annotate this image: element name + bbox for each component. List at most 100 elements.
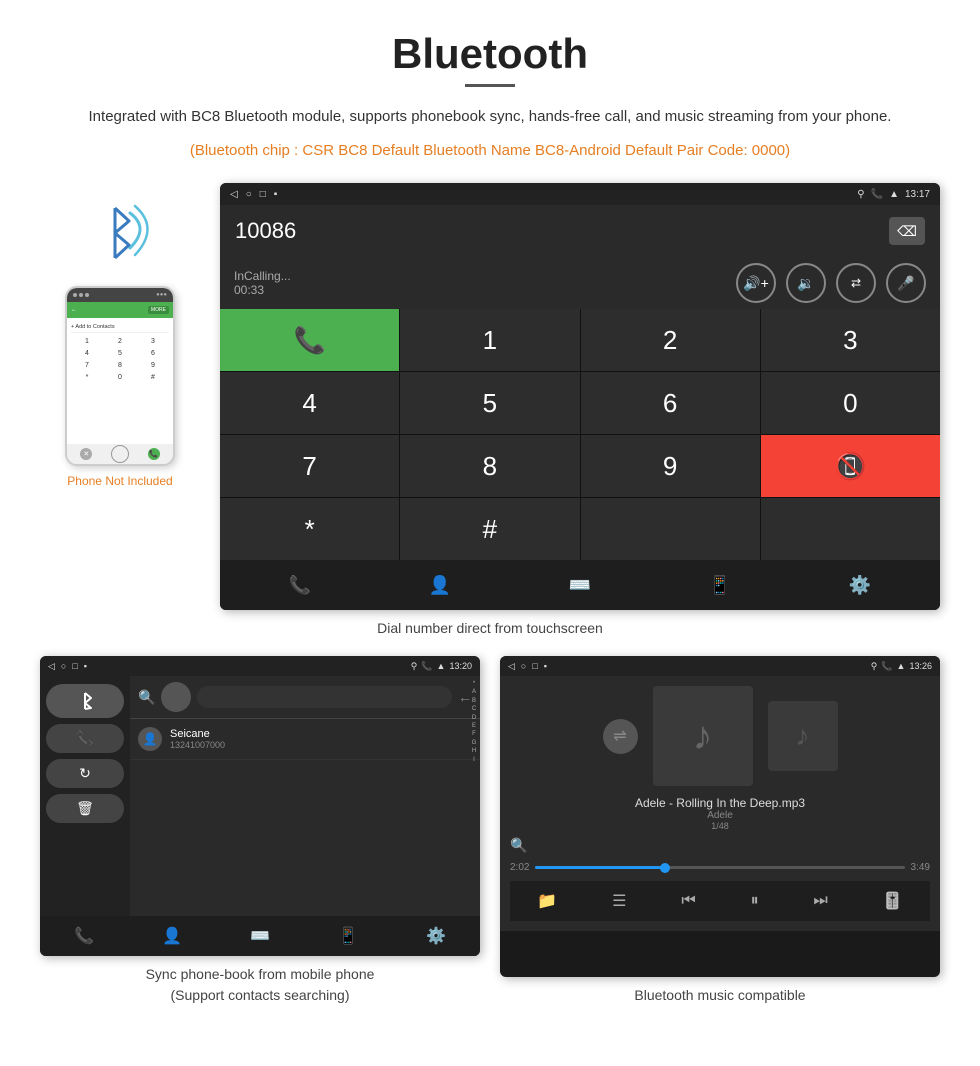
pb-nav-keypad[interactable]: ⌨️	[250, 926, 270, 946]
dial-nav-settings[interactable]: ⚙️	[849, 575, 871, 596]
phone-dot-1	[73, 293, 77, 297]
dial-nav-calls[interactable]: 📞	[289, 575, 311, 596]
description: Integrated with BC8 Bluetooth module, su…	[40, 105, 940, 129]
dk-key[interactable]: #	[400, 498, 579, 560]
pb-back-icon: ◁	[48, 661, 55, 672]
music-progress-bar[interactable]	[535, 866, 904, 869]
music-album-art: ♪	[653, 686, 753, 786]
pb-contact-info: Seicane 13241007000	[170, 728, 472, 750]
music-play-icon[interactable]: ⏸	[751, 892, 759, 910]
music-search-icon[interactable]: 🔍	[510, 837, 527, 854]
bluetooth-icon	[85, 193, 155, 273]
incalling-label: InCalling...	[234, 269, 291, 283]
phone-carrier: ●●●	[156, 292, 167, 298]
dial-nav-transfer[interactable]: 📱	[709, 575, 731, 596]
pb-delete-btn[interactable]: 🗑	[46, 794, 124, 823]
pb-bluetooth-btn[interactable]	[46, 684, 124, 718]
android-status-bar: ◁ ○ □ ▪ ⚲ 📞 ▲ 13:17	[220, 183, 940, 205]
page-title: Bluetooth	[40, 30, 940, 78]
music-screen: ◁ ○ □ ▪ ⚲ 📞 ▲ 13:26 ⇌	[500, 656, 940, 977]
music-list-icon[interactable]: ☰	[612, 891, 626, 911]
pb-home-icon: ○	[61, 661, 66, 672]
dial-nav-keypad[interactable]: ⌨️	[569, 575, 591, 596]
phone-key-8: 8	[104, 360, 136, 371]
pb-nav-settings[interactable]: ⚙️	[426, 926, 446, 946]
notification-icon: ▪	[274, 189, 278, 200]
phone-status-dots	[73, 293, 89, 297]
pb-contact-name: Seicane	[170, 728, 472, 740]
vol-down-btn[interactable]: 🔉	[786, 263, 826, 303]
dk-key[interactable]: 9	[581, 435, 760, 497]
pb-wifi-icon: ▲	[437, 661, 446, 671]
pb-call-btn[interactable]: 📞	[46, 724, 124, 753]
music-eq-icon[interactable]: 🎚️	[883, 891, 903, 911]
music-item: ◁ ○ □ ▪ ⚲ 📞 ▲ 13:26 ⇌	[500, 656, 940, 1006]
phone-key-0: 0	[104, 372, 136, 383]
music-next-icon[interactable]: ⏭	[813, 892, 827, 910]
music-prev-icon[interactable]: ⏮	[681, 892, 695, 910]
status-time: 13:17	[905, 189, 930, 200]
phone-add-contacts: + Add to Contacts	[71, 322, 169, 333]
music-time-total: 3:49	[911, 862, 930, 873]
pb-search-input[interactable]	[197, 686, 452, 708]
dk-key[interactable]: 1	[400, 309, 579, 371]
dk-key[interactable]	[581, 498, 760, 560]
pb-alpha-I: I	[473, 756, 475, 764]
music-back-icon: ◁	[508, 661, 515, 672]
dialer-keypad: 123 📞4560 789📵 *#	[220, 309, 940, 560]
action-row: InCalling... 00:33 🔊+ 🔉 ⇄ 🎤	[220, 257, 940, 309]
music-controls-bar: 📁 ☰ ⏮ ⏸ ⏭ 🎚️	[510, 881, 930, 921]
dk-key[interactable]: 6	[581, 372, 760, 434]
music-progress-dot	[660, 863, 670, 873]
pb-call-icon: 📞	[421, 661, 432, 672]
dk-key[interactable]: 4	[220, 372, 399, 434]
pb-main: 🔍 ← 👤 Seicane 13241007000	[130, 676, 480, 916]
dial-nav-contacts[interactable]: 👤	[429, 575, 451, 596]
dk-key[interactable]: 📵	[761, 435, 940, 497]
dk-key[interactable]: 5	[400, 372, 579, 434]
pb-alpha-B: B	[472, 697, 476, 705]
dk-key[interactable]	[761, 498, 940, 560]
pb-bottom-bar: 📞 👤 ⌨️ 📱 ⚙️	[40, 916, 480, 956]
pb-nav-transfer[interactable]: 📱	[338, 926, 358, 946]
music-folder-icon[interactable]: 📁	[537, 891, 557, 911]
pb-loc-icon: ⚲	[411, 661, 418, 672]
phone-side: ●●● ← MORE + Add to Contacts 1 2 3 4 5 6	[40, 183, 200, 488]
music-home-icon: ○	[521, 661, 526, 672]
dk-key[interactable]: 8	[400, 435, 579, 497]
pb-nav-calls[interactable]: 📞	[74, 926, 94, 946]
screen-transfer-btn[interactable]: ⇄	[836, 263, 876, 303]
pb-alpha-F: F	[472, 730, 476, 738]
vol-up-btn[interactable]: 🔊+	[736, 263, 776, 303]
dk-key[interactable]: 7	[220, 435, 399, 497]
pb-alpha-star: *	[473, 680, 475, 688]
dk-key[interactable]: 2	[581, 309, 760, 371]
pb-contact-row[interactable]: 👤 Seicane 13241007000	[130, 719, 480, 760]
music-shuffle-btn[interactable]: ⇌	[603, 719, 638, 754]
phone-content: + Add to Contacts 1 2 3 4 5 6 7 8 9 * 0 …	[67, 318, 173, 444]
android-status-right: ⚲ 📞 ▲ 13:17	[857, 189, 930, 200]
pb-sync-btn[interactable]: ↻	[46, 759, 124, 788]
phone-mockup: ●●● ← MORE + Add to Contacts 1 2 3 4 5 6	[65, 286, 175, 466]
music-progress-fill	[535, 866, 664, 869]
pb-nav-contacts[interactable]: 👤	[162, 926, 182, 946]
phone-key-5: 5	[104, 348, 136, 359]
recent-icon: □	[260, 189, 266, 200]
pb-alpha-H: H	[472, 747, 476, 755]
music-wifi-icon: ▲	[897, 661, 906, 671]
pb-search-row: 🔍 ←	[130, 676, 480, 719]
mic-btn[interactable]: 🎤	[886, 263, 926, 303]
dk-key[interactable]: 3	[761, 309, 940, 371]
backspace-btn[interactable]: ⌫	[889, 217, 925, 245]
phone-green-bar: ← MORE	[67, 302, 173, 318]
back-icon: ◁	[230, 189, 238, 200]
phone-not-included: Phone Not Included	[67, 474, 172, 488]
dk-key[interactable]: 0	[761, 372, 940, 434]
music-time-current: 2:02	[510, 862, 529, 873]
music-loc-icon: ⚲	[871, 661, 878, 672]
call-status-icon: 📞	[871, 189, 883, 200]
dk-key[interactable]: 📞	[220, 309, 399, 371]
phone-status-bar: ●●●	[67, 288, 173, 302]
music-track-info: Adele - Rolling In the Deep.mp3 Adele 1/…	[635, 796, 805, 831]
dk-key[interactable]: *	[220, 498, 399, 560]
